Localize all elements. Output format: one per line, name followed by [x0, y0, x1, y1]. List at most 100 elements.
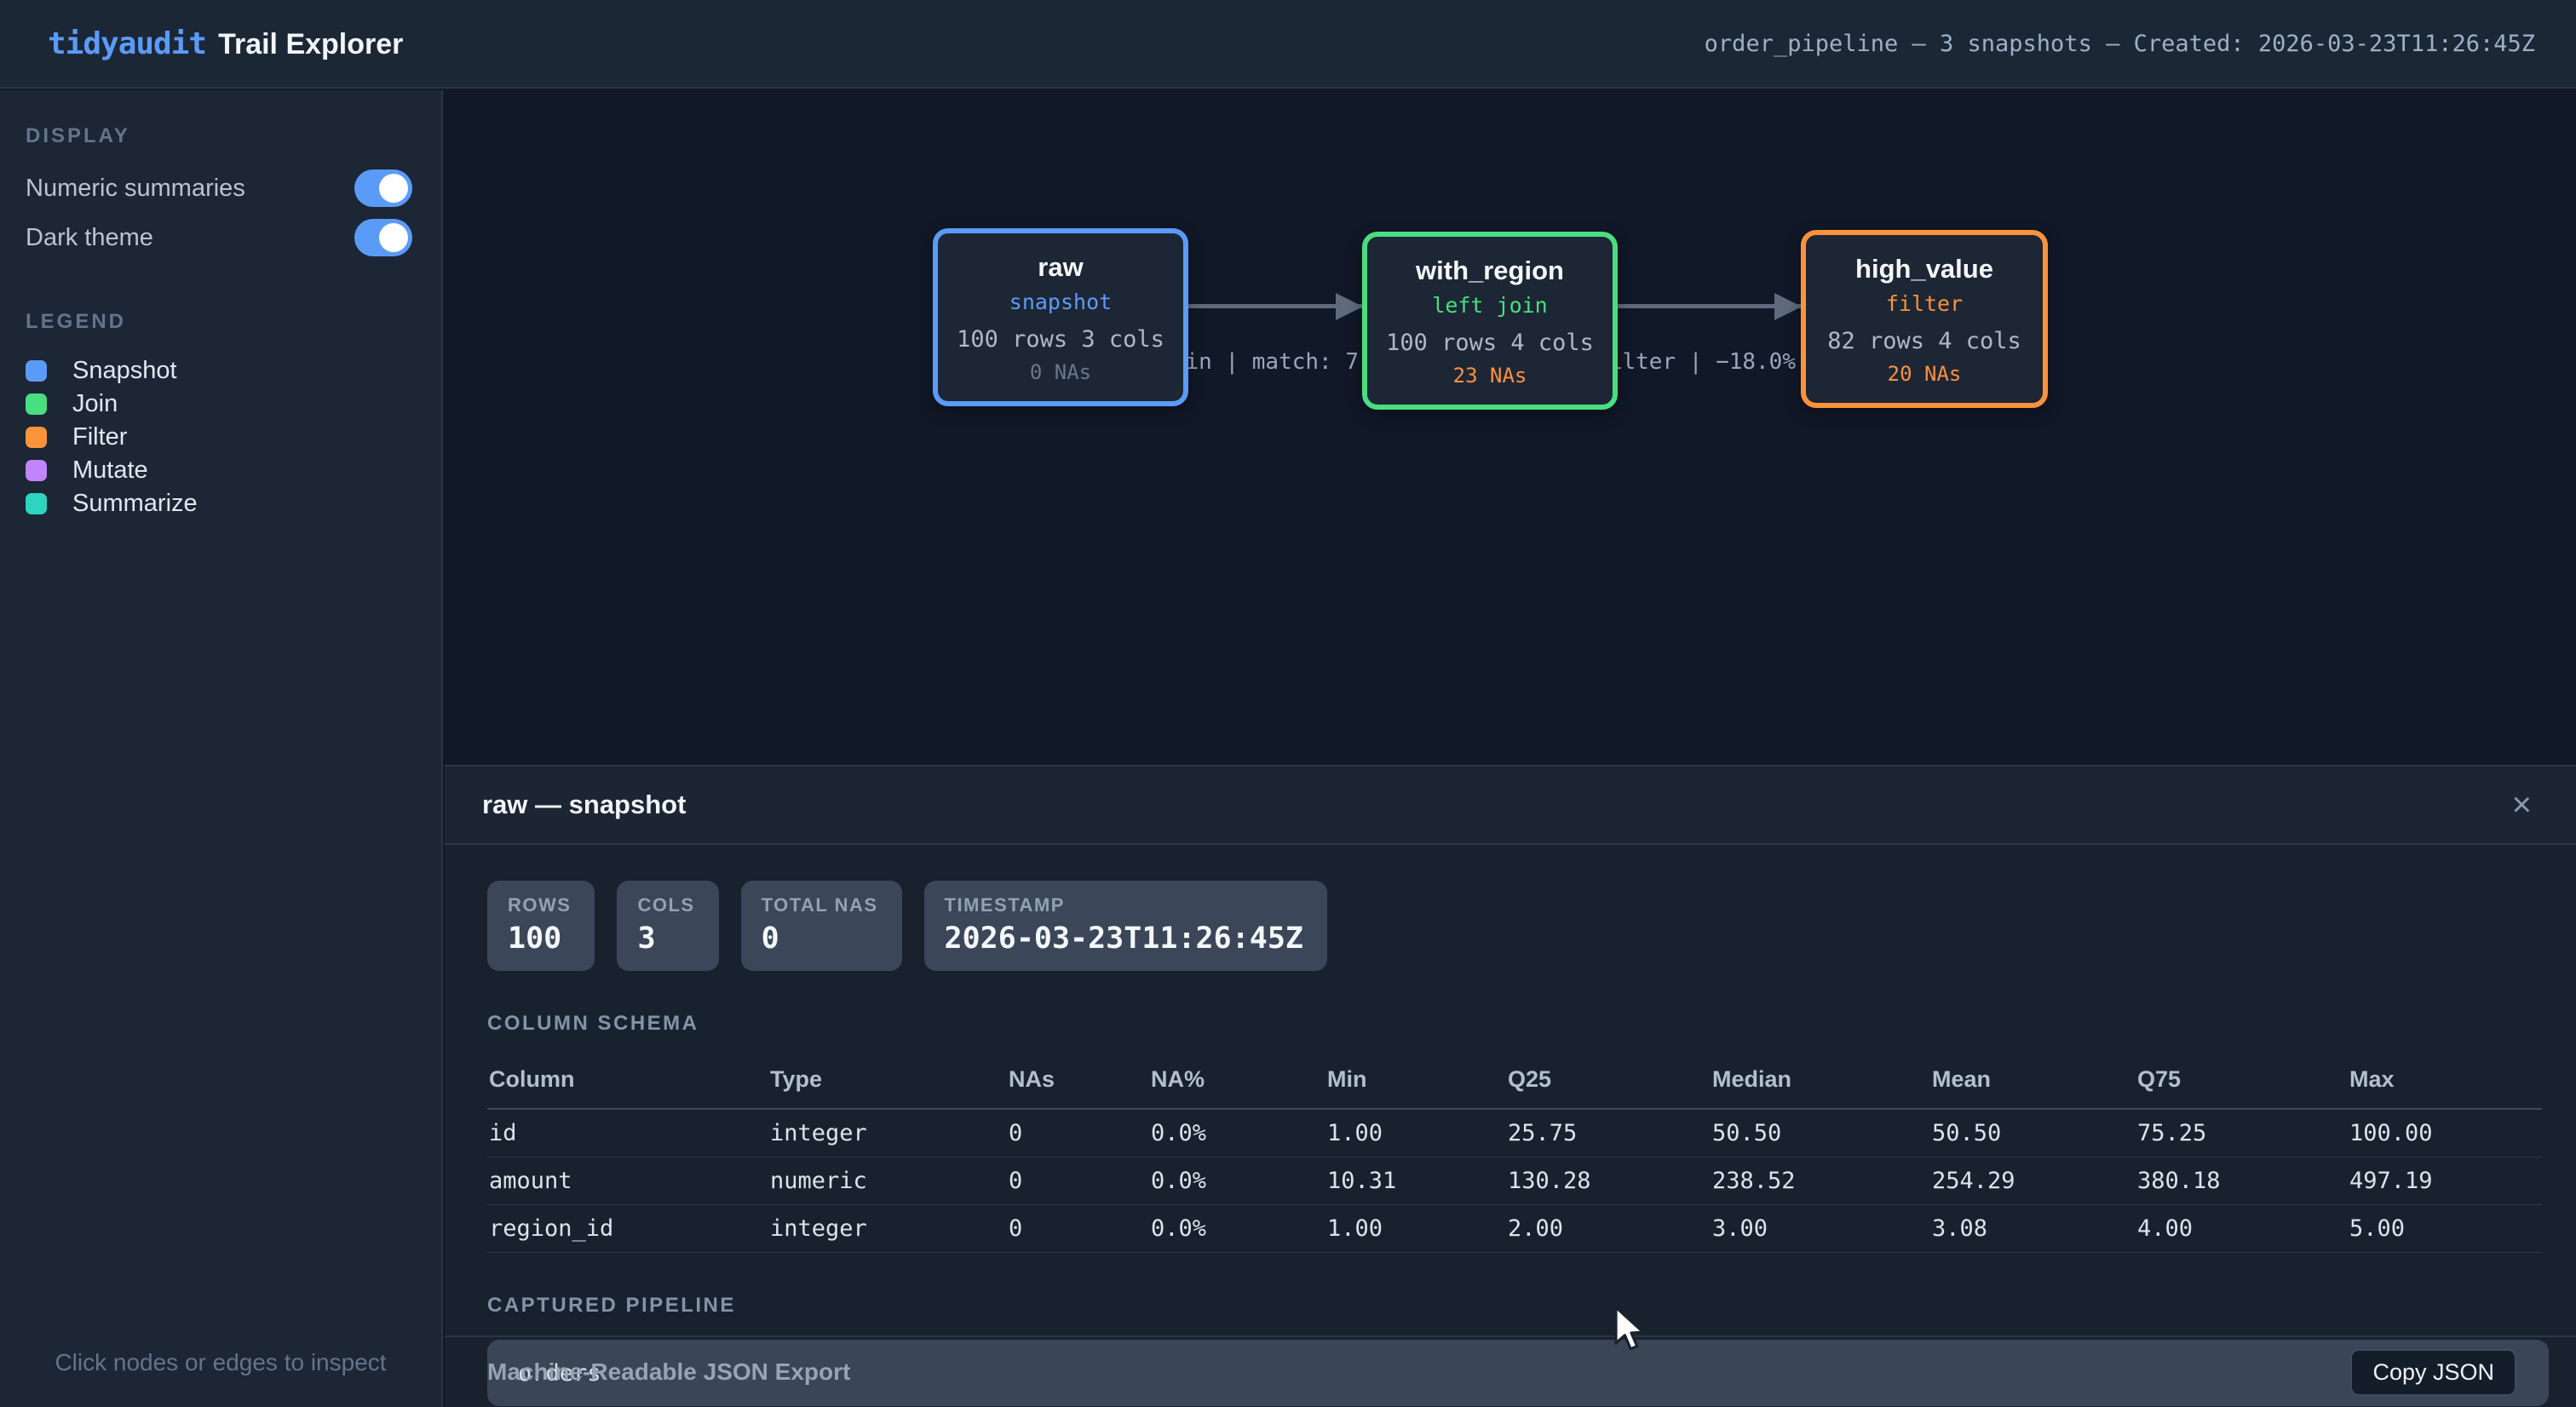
- col-header: Column: [487, 1058, 768, 1109]
- cell: 10.31: [1325, 1157, 1506, 1205]
- app-logo: tidyaudit Trail Explorer: [48, 26, 403, 61]
- node-dimensions: 100 rows 4 cols: [1376, 330, 1604, 356]
- display-section-heading: DISPLAY: [26, 124, 412, 148]
- node-op-type: filter: [1814, 291, 2034, 316]
- stat-label: COLS: [637, 894, 694, 916]
- col-header: Type: [768, 1058, 1007, 1109]
- cell: 130.28: [1506, 1157, 1711, 1205]
- stat-value: 2026-03-23T11:26:45Z: [945, 922, 1303, 956]
- cell: 0.0%: [1149, 1157, 1325, 1205]
- node-raw[interactable]: raw snapshot 100 rows 3 cols 0 NAs: [933, 228, 1188, 406]
- col-header: Q25: [1506, 1058, 1711, 1109]
- stat-label: TIMESTAMP: [945, 894, 1303, 916]
- legend-label: Join: [72, 390, 118, 418]
- col-header: Q75: [2136, 1058, 2348, 1109]
- pipeline-canvas[interactable]: join | match: 7 filter | −18.0% raw snap…: [445, 90, 2576, 765]
- legend-section-heading: LEGEND: [26, 310, 412, 334]
- brand-name: tidyaudit: [48, 26, 206, 61]
- cell: numeric: [768, 1157, 1007, 1205]
- node-na-count: 0 NAs: [946, 360, 1175, 384]
- session-info: order_pipeline — 3 snapshots — Created: …: [1705, 31, 2535, 57]
- column-schema-table: Column Type NAs NA% Min Q25 Median Mean …: [487, 1058, 2542, 1253]
- cell: 100.00: [2348, 1109, 2542, 1157]
- mutate-swatch: [26, 460, 47, 481]
- stat-value: 0: [762, 922, 878, 956]
- node-dimensions: 100 rows 3 cols: [946, 326, 1175, 353]
- col-header: Median: [1711, 1058, 1930, 1109]
- col-header: Min: [1325, 1058, 1506, 1109]
- node-na-count: 20 NAs: [1814, 362, 2034, 386]
- cell: 497.19: [2348, 1157, 2542, 1205]
- cell: 2.00: [1506, 1205, 1711, 1253]
- edge-filter-line[interactable]: [1618, 304, 1801, 308]
- numeric-summaries-toggle[interactable]: [354, 169, 412, 207]
- col-header: Max: [2348, 1058, 2542, 1109]
- node-title: with_region: [1376, 256, 1604, 286]
- legend-item-join: Join: [26, 388, 412, 421]
- edge-label-filter[interactable]: filter | −18.0%: [1596, 349, 1796, 375]
- stat-label: TOTAL NAS: [762, 894, 878, 916]
- cell: 0.0%: [1149, 1109, 1325, 1157]
- dark-theme-label: Dark theme: [26, 224, 153, 252]
- stat-card-total-nas: TOTAL NAS 0: [741, 881, 902, 971]
- cell: 3.00: [1711, 1205, 1930, 1253]
- detail-panel-header: raw — snapshot ×: [445, 767, 2576, 845]
- table-row: amount numeric 0 0.0% 10.31 130.28 238.5…: [487, 1157, 2542, 1205]
- col-header: Mean: [1930, 1058, 2136, 1109]
- mouse-cursor: [1613, 1306, 1657, 1359]
- cell: 0: [1007, 1157, 1149, 1205]
- toggle-knob: [379, 223, 408, 252]
- cell: 75.25: [2136, 1109, 2348, 1157]
- toggle-row-numeric-summaries: Numeric summaries: [26, 169, 412, 208]
- schema-header-row: Column Type NAs NA% Min Q25 Median Mean …: [487, 1058, 2542, 1109]
- stat-card-cols: COLS 3: [617, 881, 718, 971]
- numeric-summaries-label: Numeric summaries: [26, 175, 245, 203]
- node-dimensions: 82 rows 4 cols: [1814, 328, 2034, 354]
- edge-join-arrowhead: [1336, 293, 1363, 320]
- cell: 5.00: [2348, 1205, 2542, 1253]
- cell: 25.75: [1506, 1109, 1711, 1157]
- node-op-type: left join: [1376, 293, 1604, 318]
- legend-label: Snapshot: [72, 357, 177, 385]
- legend-item-mutate: Mutate: [26, 454, 412, 487]
- cell: region_id: [487, 1205, 768, 1253]
- cell: amount: [487, 1157, 768, 1205]
- legend-label: Summarize: [72, 490, 198, 518]
- app-title: Trail Explorer: [218, 28, 403, 61]
- close-icon[interactable]: ×: [2512, 788, 2532, 822]
- stat-value: 3: [637, 922, 694, 956]
- col-header: NAs: [1007, 1058, 1149, 1109]
- cell: 1.00: [1325, 1109, 1506, 1157]
- cell: 4.00: [2136, 1205, 2348, 1253]
- json-export-label: Machine-Readable JSON Export: [487, 1358, 850, 1386]
- sidebar-hint: Click nodes or edges to inspect: [0, 1349, 441, 1376]
- cell: integer: [768, 1205, 1007, 1253]
- cell: 254.29: [1930, 1157, 2136, 1205]
- node-na-count: 23 NAs: [1376, 364, 1604, 388]
- cell: 1.00: [1325, 1205, 1506, 1253]
- json-export-bar: Machine-Readable JSON Export Copy JSON: [445, 1335, 2576, 1407]
- filter-swatch: [26, 427, 47, 448]
- toggle-knob: [379, 174, 408, 203]
- app-header: tidyaudit Trail Explorer order_pipeline …: [0, 0, 2576, 89]
- stat-card-row: ROWS 100 COLS 3 TOTAL NAS 0 TIMESTAMP 20…: [487, 881, 2542, 971]
- sidebar: DISPLAY Numeric summaries Dark theme LEG…: [0, 90, 443, 1407]
- detail-panel-body: ROWS 100 COLS 3 TOTAL NAS 0 TIMESTAMP 20…: [445, 845, 2576, 1406]
- cell: 238.52: [1711, 1157, 1930, 1205]
- edge-label-join[interactable]: join | match: 7: [1159, 349, 1359, 375]
- stat-value: 100: [508, 922, 571, 956]
- summarize-swatch: [26, 493, 47, 514]
- node-op-type: snapshot: [946, 290, 1175, 314]
- node-with-region[interactable]: with_region left join 100 rows 4 cols 23…: [1362, 232, 1618, 410]
- cell: 0: [1007, 1205, 1149, 1253]
- cell: 50.50: [1930, 1109, 2136, 1157]
- cell: 50.50: [1711, 1109, 1930, 1157]
- legend-label: Filter: [72, 423, 127, 451]
- col-header: NA%: [1149, 1058, 1325, 1109]
- stat-label: ROWS: [508, 894, 571, 916]
- schema-section-heading: COLUMN SCHEMA: [487, 1012, 2542, 1036]
- node-high-value[interactable]: high_value filter 82 rows 4 cols 20 NAs: [1801, 230, 2048, 408]
- dark-theme-toggle[interactable]: [354, 219, 412, 256]
- copy-json-button[interactable]: Copy JSON: [2350, 1349, 2516, 1396]
- stat-card-rows: ROWS 100: [487, 881, 595, 971]
